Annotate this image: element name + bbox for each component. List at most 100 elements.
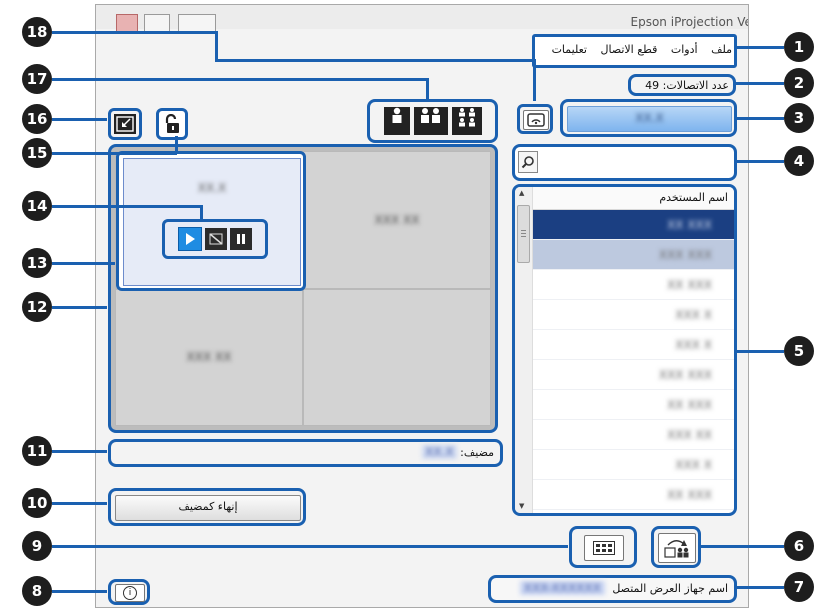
pause-button[interactable]	[230, 228, 252, 250]
callout-1-line	[736, 46, 784, 49]
stop-screen-icon	[209, 233, 223, 245]
play-icon	[186, 233, 195, 245]
stop-button[interactable]	[205, 228, 227, 250]
callout-3: 3	[784, 103, 814, 133]
callout-13: 13	[22, 248, 52, 278]
info-button[interactable]: i	[115, 584, 145, 602]
end-moderator-button[interactable]: إنهاء كمضيف	[115, 495, 301, 521]
list-item[interactable]: XXX XXX	[533, 240, 734, 270]
list-item[interactable]: XX XXX	[533, 480, 734, 510]
projection-panel-2[interactable]: XXX XX	[303, 151, 491, 289]
one-user-icon	[392, 107, 401, 123]
list-item[interactable]: XXX XX	[533, 420, 734, 450]
layout-1-button[interactable]	[383, 107, 410, 135]
projection-panel-4[interactable]	[303, 288, 491, 426]
menu-file[interactable]: ملف	[711, 43, 732, 56]
user-list: ▲ ▼ اسم المستخدم XX XXX XXX XXX XX XXX X…	[512, 184, 737, 516]
callout-12: 12	[22, 292, 52, 322]
layout-4-button[interactable]	[451, 107, 482, 135]
callout-13-line	[52, 262, 115, 265]
projection-status-button[interactable]	[523, 110, 549, 130]
scroll-up-arrow-icon[interactable]: ▲	[519, 189, 524, 197]
callout-18-line	[52, 31, 217, 34]
callout-10: 10	[22, 488, 52, 518]
layout-2-button[interactable]	[413, 107, 448, 135]
maximize-button[interactable]	[144, 14, 170, 32]
search-input[interactable]	[541, 151, 731, 173]
minimize-view-frame	[108, 108, 142, 140]
callout-4: 4	[784, 146, 814, 176]
search-icon	[521, 156, 534, 169]
four-users-icon	[458, 108, 475, 127]
info-icon: i	[123, 586, 137, 600]
thumbnail-button-frame	[569, 526, 637, 568]
connected-device-name: XXX-XXXXXX	[519, 581, 605, 595]
callout-3-line	[736, 117, 784, 120]
thumbnail-button[interactable]	[584, 535, 624, 561]
app-window: Epson iProjection Ver.X.XX ملف أدوات قطع…	[95, 4, 749, 608]
callout-5: 5	[784, 336, 814, 366]
connected-device: اسم جهاز العرض المتصل XXX-XXXXXX	[488, 575, 737, 603]
connections-label: عدد الاتصالات:	[662, 79, 729, 92]
list-item[interactable]: XX XXX	[533, 390, 734, 420]
list-item[interactable]: XXX X	[533, 300, 734, 330]
list-item[interactable]: XXX X	[533, 330, 734, 360]
connections-counter: عدد الاتصالات: 49	[628, 74, 736, 96]
layout-buttons	[367, 99, 498, 143]
menu-bar: ملف أدوات قطع الاتصال تعليمات	[532, 34, 737, 68]
callout-15-line-v	[175, 136, 178, 154]
user-list-scrollbar[interactable]: ▲ ▼	[515, 187, 533, 513]
lock-button[interactable]	[156, 108, 188, 140]
scroll-thumb[interactable]	[517, 205, 530, 263]
callout-17: 17	[22, 64, 52, 94]
callout-1: 1	[784, 32, 814, 62]
own-user-frame: XX.X	[560, 99, 737, 137]
panel-controls	[162, 219, 268, 259]
two-users-icon	[420, 108, 440, 123]
callout-14-line	[52, 205, 202, 208]
list-item[interactable]: XX XXX	[533, 210, 734, 240]
minimize-view-button[interactable]	[114, 114, 136, 134]
play-button[interactable]	[178, 227, 202, 251]
callout-8-line	[52, 590, 107, 593]
callout-5-line	[736, 350, 784, 353]
callout-7-line	[736, 586, 784, 589]
user-list-header: اسم المستخدم	[533, 187, 734, 210]
callout-17-line	[52, 78, 428, 81]
list-item[interactable]: XX XXX	[533, 270, 734, 300]
grid-thumbnail-icon	[593, 541, 615, 555]
callout-6: 6	[784, 531, 814, 561]
window-title: Epson iProjection Ver.X.XX	[630, 15, 748, 29]
connected-device-label: اسم جهاز العرض المتصل	[612, 582, 728, 595]
menu-disconnect[interactable]: قطع الاتصال	[600, 43, 657, 56]
callout-9: 9	[22, 531, 52, 561]
list-item[interactable]: XXX XXX	[533, 360, 734, 390]
info-button-frame: i	[108, 579, 150, 605]
projection-panel-3[interactable]: XXX XX	[115, 288, 303, 426]
callout-18-line-h2	[215, 59, 535, 62]
connections-count: 49	[645, 79, 660, 92]
list-item[interactable]: XXX X	[533, 450, 734, 480]
callout-9-line	[52, 545, 568, 548]
search-button[interactable]	[518, 151, 538, 173]
swap-users-icon	[664, 540, 689, 558]
callout-12-line	[52, 306, 107, 309]
presenter-name: XX.X	[422, 445, 457, 459]
minimize-button[interactable]	[178, 14, 216, 32]
menu-tools[interactable]: أدوات	[671, 43, 698, 56]
callout-11: 11	[22, 436, 52, 466]
scroll-down-arrow-icon[interactable]: ▼	[519, 502, 524, 510]
pause-icon	[237, 234, 245, 244]
callout-10-line	[52, 502, 107, 505]
switch-presenter-button[interactable]	[658, 533, 696, 563]
callout-15: 15	[22, 138, 52, 168]
shrink-window-icon	[116, 116, 134, 132]
menu-help[interactable]: تعليمات	[552, 43, 587, 56]
selected-panel[interactable]: XX.X	[123, 158, 301, 286]
callout-14: 14	[22, 191, 52, 221]
callout-7: 7	[784, 572, 814, 602]
selected-panel-frame: XX.X	[116, 151, 306, 291]
close-button[interactable]	[116, 14, 138, 32]
wifi-projector-icon	[527, 113, 545, 127]
unlocked-padlock-icon	[165, 114, 179, 133]
